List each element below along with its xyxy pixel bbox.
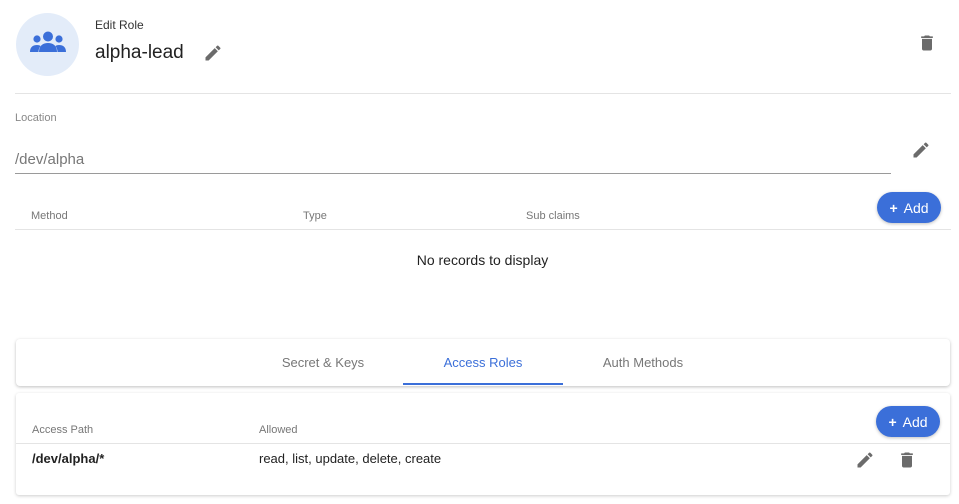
header-divider: [15, 93, 951, 94]
table-row-access-path: /dev/alpha/*: [32, 451, 105, 466]
role-avatar: [16, 13, 79, 76]
trash-icon: [897, 450, 917, 475]
pencil-icon: [855, 450, 875, 475]
add-auth-method-button[interactable]: + Add: [877, 192, 941, 223]
empty-table-message: No records to display: [416, 252, 549, 268]
users-group-icon: [29, 31, 66, 58]
location-label: Location: [15, 112, 57, 124]
location-input[interactable]: [15, 146, 891, 174]
tabs-bar: Secret & Keys Access Roles Auth Methods: [16, 339, 950, 386]
trash-icon: [917, 33, 937, 58]
table-row-allowed: read, list, update, delete, create: [259, 451, 442, 466]
delete-access-role-button[interactable]: [894, 449, 920, 475]
plus-icon: +: [888, 413, 897, 430]
table-header-divider: [15, 229, 951, 230]
column-header-allowed[interactable]: Allowed: [259, 424, 298, 436]
edit-access-role-button[interactable]: [852, 449, 878, 475]
plus-icon: +: [889, 199, 898, 216]
add-label: Add: [903, 199, 929, 216]
edit-location-button[interactable]: [908, 139, 934, 165]
access-roles-card: [16, 393, 950, 495]
pencil-icon: [911, 140, 931, 165]
add-label: Add: [902, 413, 928, 430]
column-header-method[interactable]: Method: [31, 210, 68, 222]
tab-auth-methods[interactable]: Auth Methods: [563, 339, 723, 386]
column-header-type[interactable]: Type: [303, 210, 327, 222]
role-name-title: alpha-lead: [95, 42, 184, 63]
add-access-role-button[interactable]: + Add: [876, 406, 940, 437]
edit-role-label: Edit Role: [95, 18, 144, 32]
column-header-sub-claims[interactable]: Sub claims: [526, 210, 580, 222]
pencil-icon: [203, 43, 223, 68]
column-header-access-path[interactable]: Access Path: [32, 424, 93, 436]
table-header-divider: [16, 443, 950, 444]
edit-role-name-button[interactable]: [200, 42, 226, 68]
tab-secret-keys[interactable]: Secret & Keys: [243, 339, 403, 386]
active-tab-indicator: [403, 383, 563, 385]
tab-access-roles[interactable]: Access Roles: [403, 339, 563, 386]
delete-role-button[interactable]: [914, 32, 940, 58]
